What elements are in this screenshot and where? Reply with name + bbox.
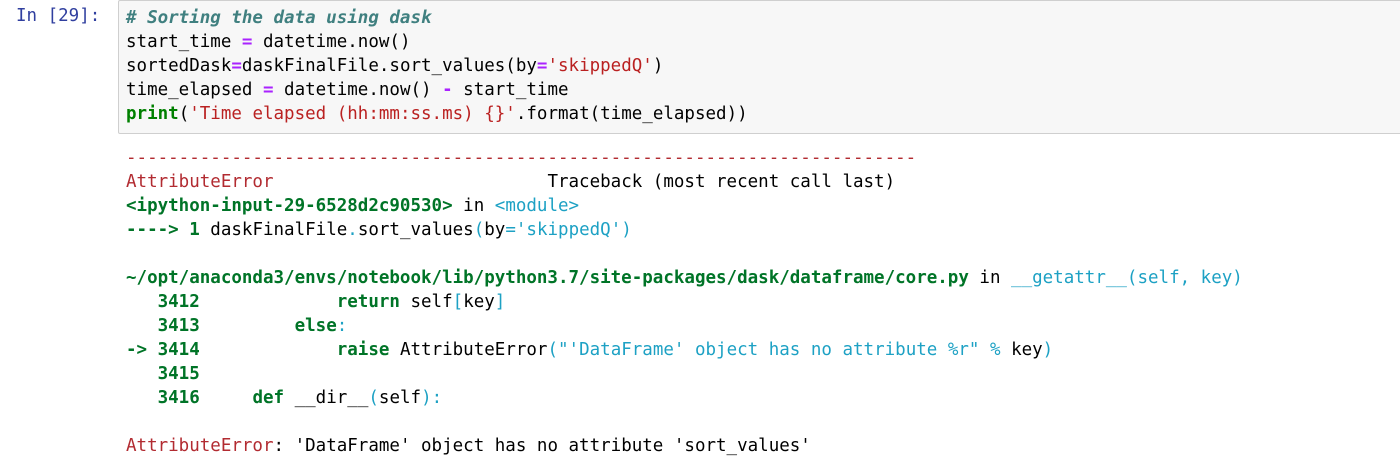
code-token: datetime.now() xyxy=(252,32,411,52)
line-number: 3412 xyxy=(126,292,200,312)
code-string: 'skippedQ' xyxy=(547,56,653,76)
code-operator: = xyxy=(536,56,548,76)
code-token: ( xyxy=(547,340,559,360)
dashes-text: ----------------------------------------… xyxy=(126,148,917,168)
code-token: = xyxy=(505,220,516,240)
code-token: key xyxy=(463,292,495,312)
code-token: .format(time_elapsed)) xyxy=(515,104,748,124)
traceback-blank xyxy=(126,410,1243,434)
code-token: __dir__ xyxy=(284,388,369,408)
in-text: in xyxy=(452,196,495,216)
code-token: ) xyxy=(1042,340,1054,360)
traceback-line-3413: 3413 else: xyxy=(126,314,1243,338)
function-ref: __getattr__(self, key) xyxy=(1011,268,1243,288)
line-number: 3413 xyxy=(126,316,200,336)
traceback-line-3416: 3416 def __dir__(self): xyxy=(126,386,1243,410)
code-string: "'DataFrame' object has no attribute %r" xyxy=(558,340,980,360)
error-name: AttributeError xyxy=(126,172,274,192)
final-error-name: AttributeError xyxy=(126,436,274,456)
code-token: % xyxy=(979,340,1012,360)
keyword: return xyxy=(336,292,400,312)
code-token: time_elapsed xyxy=(126,80,263,100)
line-number: 3415 xyxy=(126,364,200,384)
code-token: ( xyxy=(368,388,379,408)
code-line-1: # Sorting the data using dask xyxy=(126,6,748,30)
code-token: daskFinalFile.sort_values(by xyxy=(241,56,537,76)
keyword: raise xyxy=(336,340,390,360)
code-token: sort_values xyxy=(357,220,474,240)
code-line-4: time_elapsed = datetime.now() - start_ti… xyxy=(126,78,748,102)
code-operator: = xyxy=(231,56,242,76)
traceback-final-error: AttributeError: 'DataFrame' object has n… xyxy=(126,434,1243,458)
code-token: ( xyxy=(473,220,485,240)
code-token: start_time xyxy=(452,80,569,100)
code-comment: # Sorting the data using dask xyxy=(126,8,432,28)
code-token: daskFinalFile xyxy=(210,220,348,240)
code-operator: = xyxy=(241,32,253,52)
code-token: datetime.now() xyxy=(273,80,443,100)
ipython-input-ref: <ipython-input-29-6528d2c90530> xyxy=(126,196,453,216)
code-token: ) xyxy=(652,56,664,76)
code-token: self xyxy=(378,388,422,408)
traceback-header: AttributeError Traceback (most recent ca… xyxy=(126,170,1243,194)
code-string: 'Time elapsed (hh:mm:ss.ms) {}' xyxy=(189,104,516,124)
traceback-line-arrow-1: ----> 1 daskFinalFile.sort_values(by='sk… xyxy=(126,218,1243,242)
code-token: ) xyxy=(621,220,632,240)
file-path: ~/opt/anaconda3/envs/notebook/lib/python… xyxy=(126,268,969,288)
code-string: 'skippedQ' xyxy=(515,220,622,240)
code-token: : xyxy=(336,316,348,336)
code-editor[interactable]: # Sorting the data using dask start_time… xyxy=(126,6,748,126)
code-operator: = xyxy=(262,80,274,100)
traceback-line-3412: 3412 return self[key] xyxy=(126,290,1243,314)
code-line-5: print('Time elapsed (hh:mm:ss.ms) {}'.fo… xyxy=(126,102,748,126)
traceback-frame-input: <ipython-input-29-6528d2c90530> in <modu… xyxy=(126,194,1243,218)
code-token: start_time xyxy=(126,32,242,52)
code-token: self xyxy=(399,292,453,312)
traceback-title: Traceback (most recent call last) xyxy=(273,172,896,192)
traceback-frame-core: ~/opt/anaconda3/envs/notebook/lib/python… xyxy=(126,266,1243,290)
code-line-3: sortedDask=daskFinalFile.sort_values(by=… xyxy=(126,54,748,78)
code-line-2: start_time = datetime.now() xyxy=(126,30,748,54)
code-operator: - xyxy=(442,80,453,100)
arrow-marker: ----> 1 xyxy=(126,220,211,240)
traceback-separator: ----------------------------------------… xyxy=(126,146,1243,170)
line-number: -> 3414 xyxy=(126,340,200,360)
cell-output-traceback: ----------------------------------------… xyxy=(126,146,1243,458)
traceback-line-3414: -> 3414 raise AttributeError("'DataFrame… xyxy=(126,338,1243,362)
code-token: AttributeError xyxy=(389,340,548,360)
cell-prompt: In [29]: xyxy=(16,6,101,26)
module-ref: <module> xyxy=(494,196,580,216)
line-number: 3416 xyxy=(126,388,200,408)
code-token: ( xyxy=(178,104,190,124)
code-token: by xyxy=(484,220,506,240)
traceback-line-3415: 3415 xyxy=(126,362,1243,386)
keyword: else xyxy=(294,316,337,336)
traceback-blank xyxy=(126,242,1243,266)
code-builtin: print xyxy=(126,104,179,124)
code-token: key xyxy=(1011,340,1043,360)
keyword: def xyxy=(252,388,285,408)
final-error-message: : 'DataFrame' object has no attribute 's… xyxy=(273,436,811,456)
code-token: . xyxy=(347,220,358,240)
code-token: sortedDask xyxy=(126,56,232,76)
code-token: ): xyxy=(421,388,443,408)
code-token: ] xyxy=(494,292,506,312)
code-token: [ xyxy=(452,292,464,312)
in-text: in xyxy=(968,268,1012,288)
